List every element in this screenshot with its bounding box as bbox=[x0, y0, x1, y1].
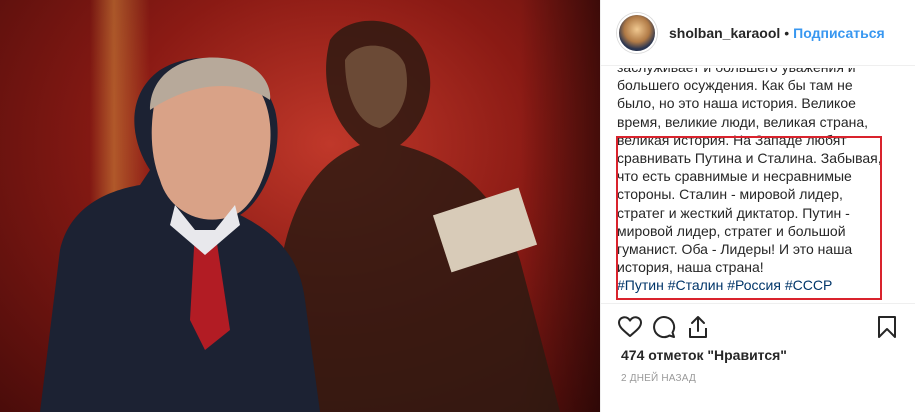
post-actions-bar bbox=[601, 303, 915, 349]
caption-line: гуманист. Оба - Лидеры! И это наша bbox=[617, 241, 853, 258]
hashtag-link[interactable]: #Россия bbox=[727, 277, 781, 293]
caption-line: было, но это наша история. Великое bbox=[617, 95, 856, 112]
post-details-panel: sholban_karaool • Подписаться заслуживае… bbox=[600, 0, 915, 412]
caption-line: время, великие люди, великая страна, bbox=[617, 113, 869, 130]
heart-icon bbox=[618, 315, 642, 337]
hashtag-link[interactable]: #СССР bbox=[785, 277, 832, 293]
post-timestamp[interactable]: 2 дней назад bbox=[621, 373, 696, 384]
caption-line: история, наша страна! bbox=[617, 259, 764, 276]
caption-hashtags: #Путин #Сталин #Россия #СССР bbox=[617, 276, 907, 294]
comment-button[interactable] bbox=[647, 312, 681, 342]
username-link[interactable]: sholban_karaool bbox=[669, 25, 780, 41]
post-photo[interactable] bbox=[0, 0, 600, 412]
like-button[interactable] bbox=[613, 312, 647, 342]
share-button[interactable] bbox=[681, 312, 715, 342]
caption-line: большего осуждения. Как бы там не bbox=[617, 77, 853, 94]
follow-button[interactable]: Подписаться bbox=[793, 25, 885, 41]
caption-line: стратег и жесткий диктатор. Путин - bbox=[617, 204, 850, 221]
caption-line: что есть сравнимые и несравнимые bbox=[617, 168, 852, 185]
caption-line: великая история. На Западе любят bbox=[617, 131, 847, 148]
post-caption: заслуживает и большего уважения и больше… bbox=[617, 68, 907, 302]
caption-line: сравнивать Путина и Сталина. Забывая, bbox=[617, 150, 882, 167]
hashtag-link[interactable]: #Сталин bbox=[668, 277, 724, 293]
likes-count[interactable]: 474 отметок "Нравится" bbox=[621, 347, 787, 363]
caption-line: заслуживает и большего уважения и bbox=[617, 68, 907, 76]
user-avatar[interactable] bbox=[617, 12, 657, 53]
hashtag-link[interactable]: #Путин bbox=[617, 277, 664, 293]
share-icon bbox=[689, 315, 707, 338]
caption-line: мировой лидер, стратег и большой bbox=[617, 222, 846, 239]
post-header: sholban_karaool • Подписаться bbox=[601, 0, 915, 66]
caption-line: стороны. Сталин - мировой лидер, bbox=[617, 186, 843, 203]
header-separator: • bbox=[784, 24, 790, 41]
photo-illustration bbox=[40, 20, 560, 412]
save-button[interactable] bbox=[870, 312, 904, 342]
comment-icon bbox=[653, 315, 676, 338]
bookmark-icon bbox=[878, 315, 896, 338]
